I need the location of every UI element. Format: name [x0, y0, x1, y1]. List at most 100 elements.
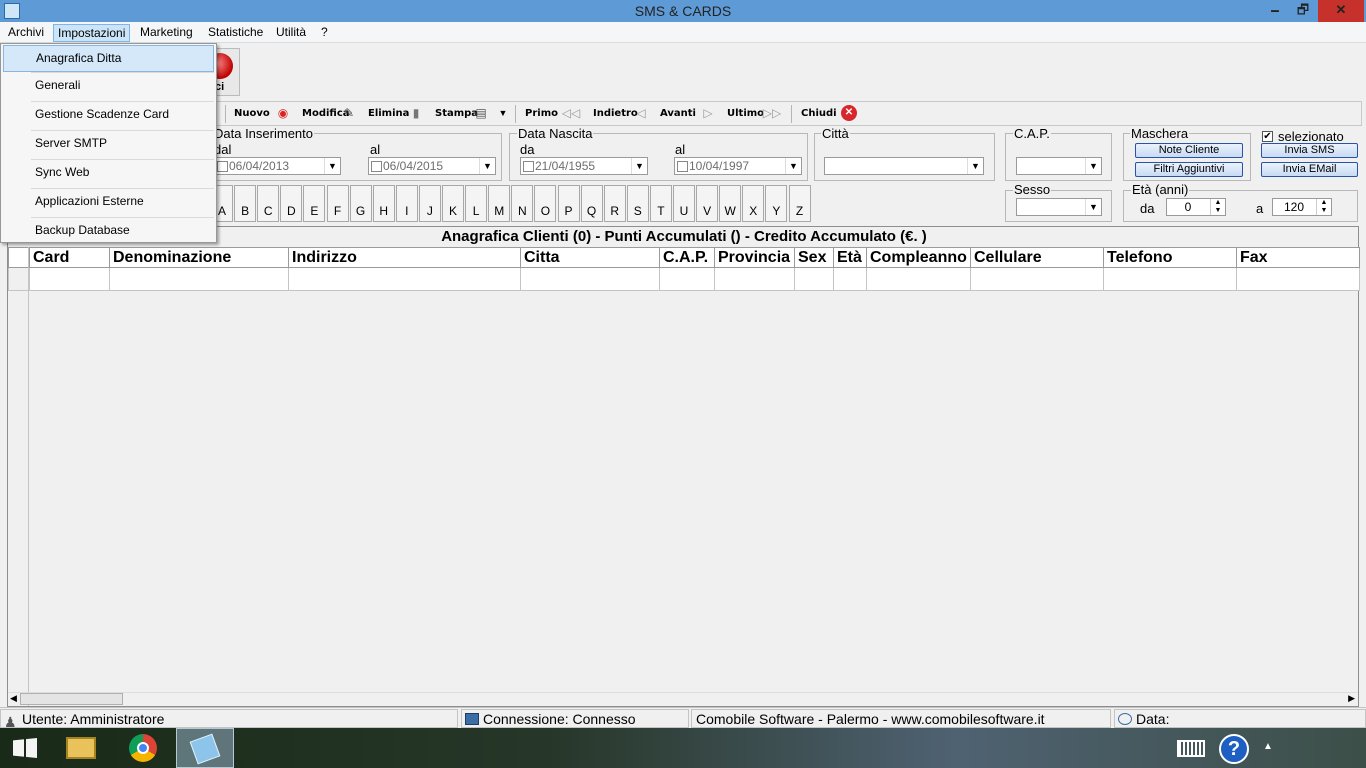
nuovo-button[interactable]: Nuovo [234, 108, 270, 119]
avanti-button[interactable]: Avanti [660, 108, 696, 119]
letter-filter-s[interactable]: S [626, 185, 649, 222]
letter-filter-y[interactable]: Y [765, 185, 788, 222]
letter-filter-u[interactable]: U [673, 185, 695, 222]
letter-filter-q[interactable]: Q [580, 185, 603, 222]
chevron-down-icon[interactable]: ▼ [785, 158, 801, 174]
col-cellulare[interactable]: Cellulare [970, 247, 1104, 268]
table-cell[interactable] [833, 267, 867, 291]
table-cell[interactable] [970, 267, 1104, 291]
smscards-taskbar-button[interactable] [176, 728, 234, 768]
menu-item-generali[interactable]: Generali [3, 73, 214, 100]
explorer-taskbar-button[interactable] [53, 728, 111, 768]
letter-filter-d[interactable]: D [280, 185, 303, 222]
letter-filter-l[interactable]: L [465, 185, 488, 222]
letter-filter-v[interactable]: V [696, 185, 719, 222]
trash-icon[interactable]: ▮ [409, 106, 423, 120]
nascita-da-date-picker[interactable]: 21/04/1955 ▼ [520, 157, 648, 175]
menu-item-sync-web[interactable]: Sync Web [3, 160, 214, 187]
eta-a-spinner[interactable]: 120 ▲ ▼ [1272, 198, 1332, 216]
scroll-right-icon[interactable]: ▶ [1348, 693, 1355, 704]
letter-filter-r[interactable]: R [603, 185, 626, 222]
al-checkbox[interactable] [371, 161, 382, 172]
edit-icon[interactable]: ✎ [342, 106, 356, 120]
chrome-taskbar-button[interactable] [115, 728, 173, 768]
col-provincia[interactable]: Provincia [714, 247, 795, 268]
col-card[interactable]: Card [29, 247, 110, 268]
primo-button[interactable]: Primo [525, 108, 558, 119]
note-cliente-button[interactable]: Note Cliente [1135, 143, 1243, 158]
previous-icon[interactable]: ◁ [634, 106, 648, 120]
menu-item-server-smtp[interactable]: Server SMTP [3, 131, 214, 158]
al-date-picker[interactable]: 06/04/2015 ▼ [368, 157, 496, 175]
tray-chevron-up-icon[interactable]: ▲ [1263, 741, 1273, 752]
cap-select[interactable]: ▼ [1016, 157, 1102, 175]
last-icon[interactable]: ▷▷ [762, 106, 782, 120]
menu-item-gestione-scadenze-card[interactable]: Gestione Scadenze Card [3, 102, 214, 129]
printer-icon[interactable]: ▤ [474, 106, 488, 120]
menu-item-anagrafica-ditta[interactable]: Anagrafica Ditta [3, 45, 214, 72]
invia-sms-button[interactable]: Invia SMS [1261, 143, 1358, 158]
selezionato-checkbox[interactable]: ✔ [1262, 131, 1273, 142]
ultimo-button[interactable]: Ultimo [727, 108, 764, 119]
scroll-left-icon[interactable]: ◀ [10, 693, 17, 704]
dal-date-picker[interactable]: 06/04/2013 ▼ [214, 157, 341, 175]
sesso-select[interactable]: ▼ [1016, 198, 1102, 216]
table-cell[interactable] [1236, 267, 1360, 291]
table-cell[interactable] [659, 267, 715, 291]
dal-checkbox[interactable] [217, 161, 228, 172]
table-cell[interactable] [866, 267, 971, 291]
chevron-down-icon[interactable]: ▼ [967, 158, 983, 174]
menu-impostazioni[interactable]: Impostazioni [53, 24, 131, 42]
table-cell[interactable] [520, 267, 660, 291]
col-denominazione[interactable]: Denominazione [109, 247, 289, 268]
chevron-down-icon[interactable]: ▼ [1085, 158, 1101, 174]
letter-filter-f[interactable]: F [326, 185, 349, 222]
nascita-al-date-picker[interactable]: 10/04/1997 ▼ [674, 157, 802, 175]
menu-item-backup-database[interactable]: Backup Database [3, 218, 214, 245]
menu-statistiche[interactable]: Statistiche [204, 24, 267, 42]
col-fax[interactable]: Fax [1236, 247, 1360, 268]
letter-filter-b[interactable]: B [234, 185, 257, 222]
table-cell[interactable] [109, 267, 289, 291]
col-sex[interactable]: Sex [794, 247, 834, 268]
letter-filter-w[interactable]: W [719, 185, 742, 222]
close-record-icon[interactable]: ✕ [841, 105, 857, 121]
letter-filter-z[interactable]: Z [788, 185, 811, 222]
start-button[interactable] [0, 728, 50, 768]
new-record-icon[interactable]: ◉ [276, 106, 290, 120]
letter-filter-i[interactable]: I [395, 185, 418, 222]
indietro-button[interactable]: Indietro [593, 108, 638, 119]
citta-select[interactable]: ▼ [824, 157, 984, 175]
menu-item-applicazioni-esterne[interactable]: Applicazioni Esterne [3, 189, 214, 216]
close-button[interactable]: ✕ [1318, 0, 1364, 22]
chevron-down-icon[interactable]: ▼ [631, 158, 647, 174]
letter-filter-g[interactable]: G [349, 185, 372, 222]
nascita-al-checkbox[interactable] [677, 161, 688, 172]
letter-filter-p[interactable]: P [557, 185, 580, 222]
invia-email-button[interactable]: Invia EMail [1261, 162, 1358, 177]
next-icon[interactable]: ▷ [701, 106, 715, 120]
table-cell[interactable] [29, 267, 110, 291]
nascita-da-checkbox[interactable] [523, 161, 534, 172]
first-icon[interactable]: ◁◁ [561, 106, 581, 120]
chevron-down-icon[interactable]: ▼ [1085, 199, 1101, 215]
chevron-down-icon[interactable]: ▼ [479, 158, 495, 174]
eta-da-spinner[interactable]: 0 ▲ ▼ [1166, 198, 1226, 216]
chiudi-button[interactable]: Chiudi [801, 108, 837, 119]
letter-filter-c[interactable]: C [257, 185, 280, 222]
menu-marketing[interactable]: Marketing [136, 24, 197, 42]
letter-filter-h[interactable]: H [372, 185, 395, 222]
chevron-down-icon[interactable]: ▼ [324, 158, 340, 174]
letter-filter-o[interactable]: O [534, 185, 557, 222]
col-eta[interactable]: Età [833, 247, 867, 268]
menu-utilita[interactable]: Utilità [272, 24, 310, 42]
scroll-thumb[interactable] [20, 693, 123, 705]
horizontal-scrollbar[interactable]: ◀ ▶ [8, 692, 1358, 705]
stampa-button[interactable]: Stampa [435, 108, 478, 119]
letter-filter-x[interactable]: X [742, 185, 765, 222]
letter-filter-j[interactable]: J [418, 185, 441, 222]
print-dropdown-icon[interactable]: ▼ [496, 106, 510, 120]
letter-filter-m[interactable]: M [488, 185, 511, 222]
spin-arrows-icon[interactable]: ▲ ▼ [1210, 199, 1225, 215]
keyboard-icon[interactable] [1177, 740, 1205, 757]
